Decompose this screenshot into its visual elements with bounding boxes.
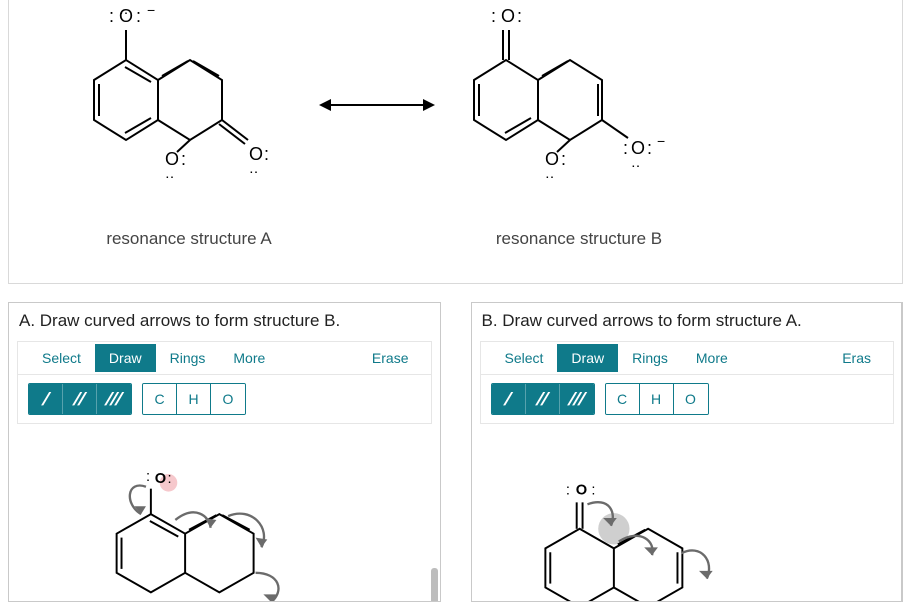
double-bond-tool[interactable]: //	[526, 384, 560, 414]
svg-text::: :	[565, 483, 569, 499]
tab-select[interactable]: Select	[28, 344, 95, 372]
element-c-button[interactable]: C	[143, 384, 177, 414]
element-o-button[interactable]: O	[674, 384, 708, 414]
single-bond-tool[interactable]: /	[29, 384, 63, 414]
triple-bond-tool[interactable]: ///	[97, 384, 131, 414]
panel-a: A. Draw curved arrows to form structure …	[8, 302, 441, 602]
svg-text::: :	[181, 149, 186, 169]
element-h-button[interactable]: H	[177, 384, 211, 414]
tab-rings[interactable]: Rings	[618, 344, 682, 372]
element-tool-group: C H O	[142, 383, 246, 415]
svg-text::: :	[491, 6, 496, 26]
panel-b-title: B. Draw curved arrows to form structure …	[472, 303, 903, 341]
svg-text::: :	[561, 149, 566, 169]
element-o-button[interactable]: O	[211, 384, 245, 414]
element-c-button[interactable]: C	[606, 384, 640, 414]
panel-b-tabs: Select Draw Rings More Eras	[480, 341, 895, 375]
resonance-structure-b: : O : O : ‥ O : : ‥ − resonance structur…	[439, 0, 719, 249]
svg-text::: :	[109, 6, 114, 26]
tab-draw[interactable]: Draw	[95, 344, 156, 372]
single-bond-tool[interactable]: /	[492, 384, 526, 414]
resonance-structure-a: : O ‥ : − O : ‥ O : ‥ resonance structur…	[59, 0, 319, 249]
caption-structure-a: resonance structure A	[59, 229, 319, 249]
resonance-figure-area: : O ‥ : − O : ‥ O : ‥ resonance structur…	[8, 0, 903, 284]
panel-a-title: A. Draw curved arrows to form structure …	[9, 303, 440, 341]
svg-text::: :	[647, 138, 652, 158]
bond-tool-group: / // ///	[28, 383, 132, 415]
bond-tool-group: / // ///	[491, 383, 595, 415]
tab-more[interactable]: More	[219, 344, 279, 372]
svg-text:‥: ‥	[249, 160, 258, 176]
resonance-arrow	[317, 90, 437, 120]
svg-text::: :	[168, 471, 172, 487]
tab-more[interactable]: More	[682, 344, 742, 372]
panel-a-canvas[interactable]: O : :	[9, 424, 440, 602]
tab-rings[interactable]: Rings	[156, 344, 220, 372]
erase-button[interactable]: Erase	[360, 344, 421, 372]
svg-text:‥: ‥	[165, 165, 174, 181]
structure-a-svg: : O ‥ : − O : ‥ O : ‥	[59, 0, 319, 210]
svg-text::: :	[591, 483, 595, 499]
svg-text:O: O	[155, 471, 166, 487]
drawing-panels-row: A. Draw curved arrows to form structure …	[8, 302, 903, 602]
svg-text:O: O	[501, 6, 515, 26]
panel-a-tabs: Select Draw Rings More Erase	[17, 341, 432, 375]
svg-text:O: O	[575, 483, 586, 499]
panel-b-canvas[interactable]: : O :	[472, 424, 903, 602]
svg-text:−: −	[147, 2, 155, 18]
element-h-button[interactable]: H	[640, 384, 674, 414]
panel-b: B. Draw curved arrows to form structure …	[471, 302, 904, 602]
scrollbar-thumb[interactable]	[431, 568, 438, 602]
svg-text::: :	[623, 138, 628, 158]
svg-text::: :	[264, 144, 269, 164]
svg-text::: :	[517, 6, 522, 26]
double-bond-tool[interactable]: //	[63, 384, 97, 414]
svg-text:−: −	[657, 133, 665, 149]
panel-b-tool-row: / // /// C H O	[480, 375, 895, 424]
triple-bond-tool[interactable]: ///	[560, 384, 594, 414]
element-tool-group: C H O	[605, 383, 709, 415]
structure-b-svg: : O : O : ‥ O : : ‥ −	[439, 0, 719, 210]
svg-text:‥: ‥	[545, 165, 554, 181]
caption-structure-b: resonance structure B	[439, 229, 719, 249]
svg-text::: :	[146, 469, 150, 485]
svg-text:‥: ‥	[631, 154, 640, 170]
erase-button[interactable]: Eras	[830, 344, 883, 372]
svg-text:‥: ‥	[119, 1, 128, 17]
tab-draw[interactable]: Draw	[557, 344, 618, 372]
tab-select[interactable]: Select	[491, 344, 558, 372]
panel-a-tool-row: / // /// C H O	[17, 375, 432, 424]
svg-text::: :	[136, 6, 141, 26]
